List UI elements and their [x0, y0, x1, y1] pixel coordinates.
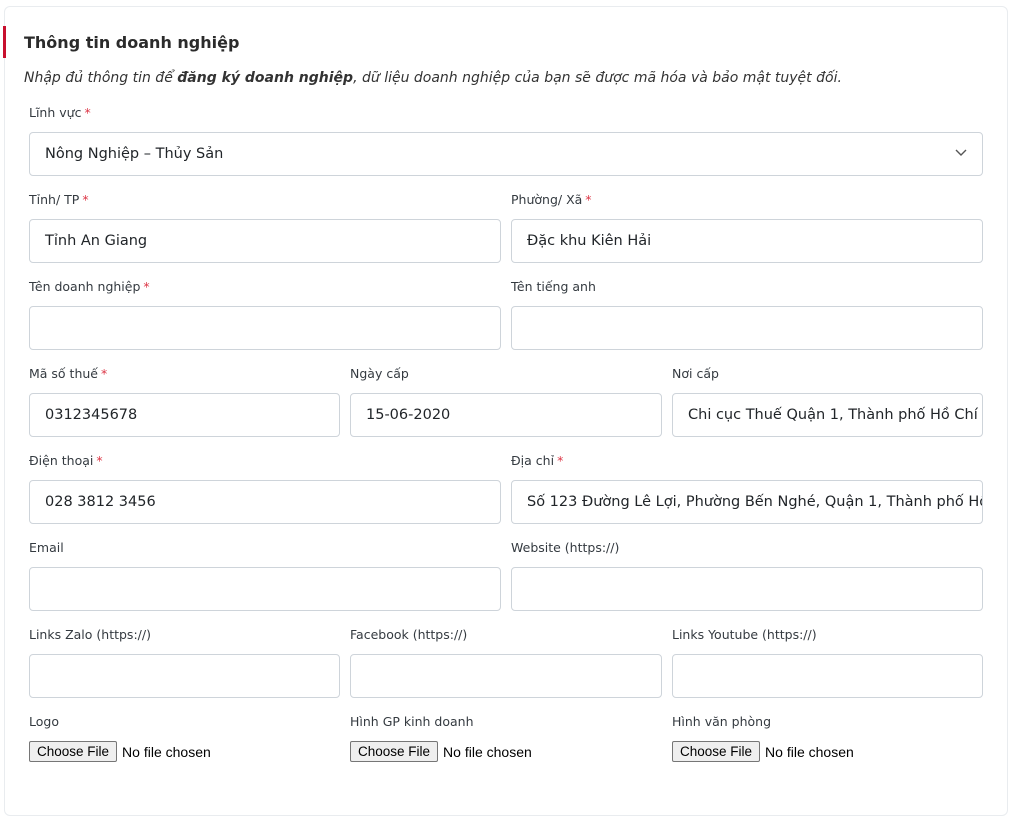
logo-file-status: No file chosen	[122, 743, 211, 760]
intro-text-bold: đăng ký doanh nghiệp	[177, 70, 354, 86]
van-phong-label: Hình văn phòng	[672, 714, 772, 729]
intro-text-suffix: , dữ liệu doanh nghiệp của bạn sẽ được m…	[353, 70, 842, 86]
tinh-tp-label: Tỉnh/ TP *	[29, 192, 89, 207]
zalo-label: Links Zalo (https://)	[29, 627, 151, 642]
van-phong-file-input: Choose File No file chosen	[672, 741, 854, 762]
website-label: Website (https://)	[511, 540, 620, 555]
phuong-xa-label: Phường/ Xã *	[511, 192, 592, 207]
ngay-cap-label: Ngày cấp	[350, 366, 409, 381]
gp-kinh-doanh-file-status: No file chosen	[443, 743, 532, 760]
linh-vuc-label: Lĩnh vực *	[29, 105, 91, 120]
youtube-input[interactable]	[672, 654, 983, 698]
ten-tieng-anh-label: Tên tiếng anh	[511, 279, 596, 294]
phuong-xa-field[interactable]: Đặc khu Kiên Hải	[511, 219, 983, 263]
noi-cap-label: Nơi cấp	[672, 366, 719, 381]
facebook-label: Facebook (https://)	[350, 627, 468, 642]
gp-kinh-doanh-choose-file-button[interactable]: Choose File	[350, 741, 439, 762]
gp-kinh-doanh-label: Hình GP kinh doanh	[350, 714, 474, 729]
zalo-input[interactable]	[29, 654, 340, 698]
linh-vuc-select[interactable]: Nông Nghiệp – Thủy Sản	[29, 132, 983, 176]
noi-cap-input[interactable]: Chi cục Thuế Quận 1, Thành phố Hồ Chí Mi…	[672, 393, 983, 437]
required-mark: *	[82, 192, 89, 207]
required-mark: *	[84, 105, 91, 120]
dia-chi-label: Địa chỉ *	[511, 453, 564, 468]
gp-kinh-doanh-file-input: Choose File No file chosen	[350, 741, 532, 762]
linh-vuc-selected-value: Nông Nghiệp – Thủy Sản	[45, 146, 224, 162]
section-intro: Nhập đủ thông tin để đăng ký doanh nghiệ…	[24, 70, 842, 86]
website-input[interactable]	[511, 567, 983, 611]
section-accent-bar	[3, 26, 6, 58]
intro-text-prefix: Nhập đủ thông tin để	[24, 70, 178, 86]
dien-thoai-input[interactable]: 028 3812 3456	[29, 480, 501, 524]
ngay-cap-input[interactable]: 15-06-2020	[350, 393, 662, 437]
logo-label: Logo	[29, 714, 59, 729]
email-label: Email	[29, 540, 64, 555]
van-phong-choose-file-button[interactable]: Choose File	[672, 741, 761, 762]
tinh-tp-field[interactable]: Tỉnh An Giang	[29, 219, 501, 263]
section-title: Thông tin doanh nghiệp	[24, 33, 240, 52]
youtube-label: Links Youtube (https://)	[672, 627, 817, 642]
required-mark: *	[143, 279, 150, 294]
ma-so-thue-label: Mã số thuế *	[29, 366, 108, 381]
required-mark: *	[557, 453, 564, 468]
logo-choose-file-button[interactable]: Choose File	[29, 741, 118, 762]
required-mark: *	[101, 366, 108, 381]
ten-doanh-nghiep-label: Tên doanh nghiệp *	[29, 279, 150, 294]
chevron-down-icon	[955, 149, 967, 156]
ten-tieng-anh-input[interactable]	[511, 306, 983, 350]
dia-chi-input[interactable]: Số 123 Đường Lê Lợi, Phường Bến Nghé, Qu…	[511, 480, 983, 524]
facebook-input[interactable]	[350, 654, 662, 698]
required-mark: *	[96, 453, 103, 468]
logo-file-input: Choose File No file chosen	[29, 741, 211, 762]
ma-so-thue-input[interactable]: 0312345678	[29, 393, 340, 437]
ten-doanh-nghiep-input[interactable]	[29, 306, 501, 350]
required-mark: *	[585, 192, 592, 207]
email-input[interactable]	[29, 567, 501, 611]
van-phong-file-status: No file chosen	[765, 743, 854, 760]
dien-thoai-label: Điện thoại *	[29, 453, 103, 468]
